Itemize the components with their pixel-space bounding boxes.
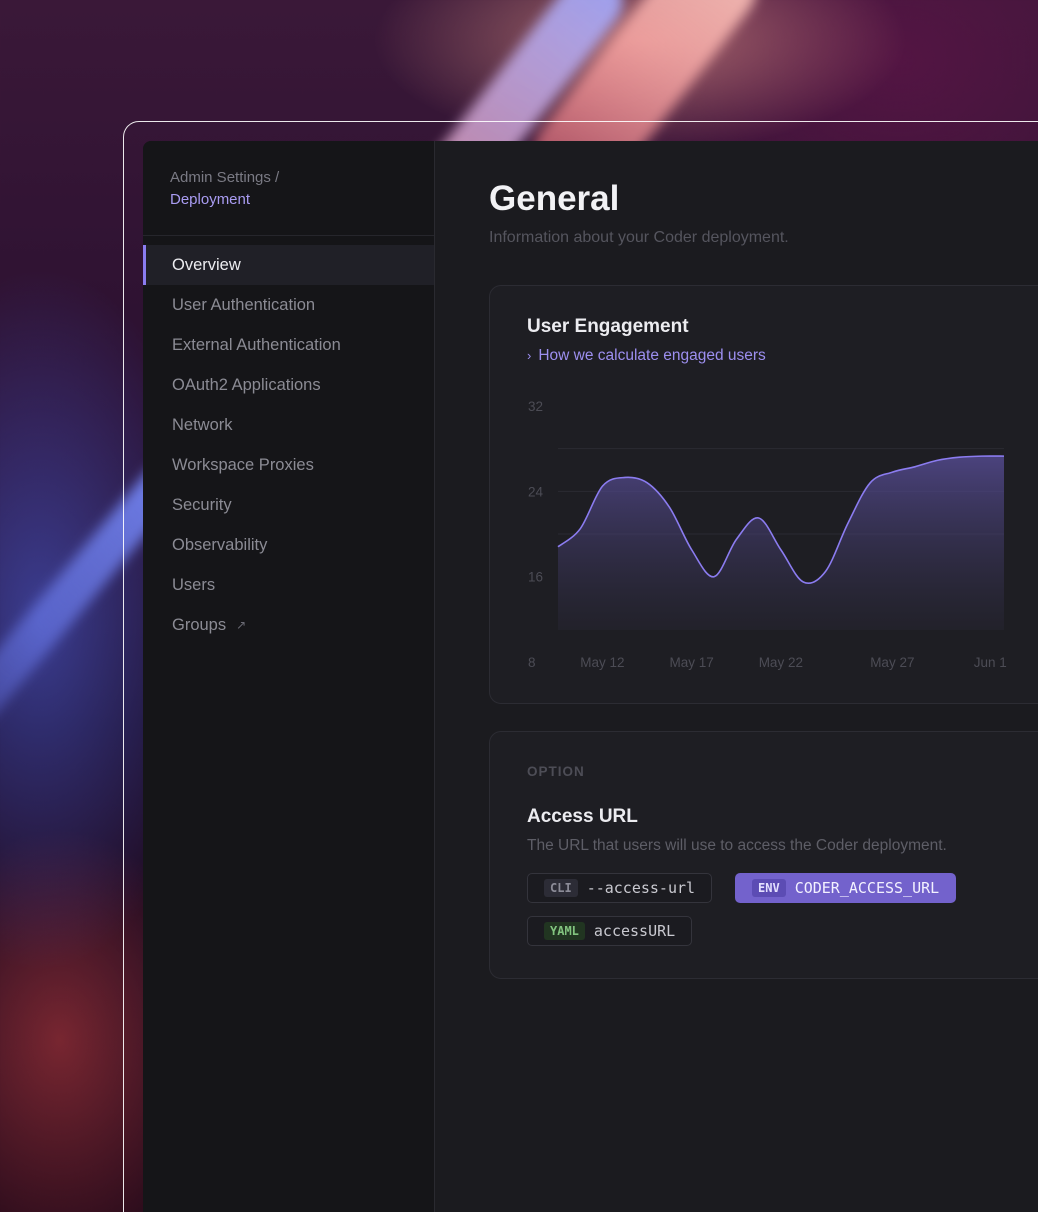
sidebar-item-security[interactable]: Security [143, 485, 434, 525]
sidebar-item-observability[interactable]: Observability [143, 525, 434, 565]
sidebar-item-user-authentication[interactable]: User Authentication [143, 285, 434, 325]
x-tick-label: Jun 1 [974, 655, 1007, 670]
yaml-key-value: accessURL [593, 922, 676, 940]
sidebar-item-label: External Authentication [172, 336, 341, 354]
sidebar-item-external-authentication[interactable]: External Authentication [143, 325, 434, 365]
engagement-area [558, 456, 1004, 630]
y-tick-label: 32 [528, 399, 543, 414]
yaml-key-chip[interactable]: YAML accessURL [527, 916, 693, 946]
option-description: The URL that users will use to access th… [527, 837, 947, 854]
sidebar-item-label: Network [172, 416, 233, 434]
option-title: Access URL [527, 806, 638, 827]
page-title: General [489, 179, 620, 218]
env-var-value: CODER_ACCESS_URL [794, 879, 940, 897]
sidebar-item-label: Groups [172, 616, 227, 634]
sidebar-item-label: Users [172, 576, 216, 594]
sidebar-item-label: Observability [172, 536, 268, 554]
sidebar-item-label: Workspace Proxies [172, 456, 314, 474]
breadcrumb-current[interactable]: Deployment [170, 189, 434, 211]
external-link-icon: ↗ [236, 618, 247, 632]
x-tick-label: May 27 [870, 655, 914, 670]
sidebar-nav: Overview User Authentication External Au… [143, 236, 434, 645]
env-tag: ENV [752, 879, 786, 897]
access-url-option-card: OPTION Access URL The URL that users wil… [489, 731, 1038, 979]
y-tick-label: 24 [528, 484, 544, 499]
user-engagement-card: User Engagement › How we calculate engage… [489, 285, 1038, 704]
sidebar-item-oauth2-applications[interactable]: OAuth2 Applications [143, 365, 434, 405]
page-subtitle: Information about your Coder deployment. [489, 229, 789, 246]
main-content: General Information about your Coder dep… [435, 141, 1038, 1212]
sidebar-item-overview[interactable]: Overview [143, 245, 434, 285]
x-tick-label: May 17 [670, 655, 714, 670]
breadcrumb: Admin Settings / Deployment [143, 141, 434, 236]
breadcrumb-root[interactable]: Admin Settings / [170, 167, 434, 189]
sidebar-item-label: Security [172, 496, 232, 514]
x-tick-label: May 12 [580, 655, 624, 670]
sidebar-item-label: OAuth2 Applications [172, 376, 321, 394]
cli-flag-chip[interactable]: CLI --access-url [527, 873, 713, 903]
sidebar-item-users[interactable]: Users [143, 565, 434, 605]
sidebar-item-label: Overview [172, 256, 241, 274]
y-tick-label: 16 [528, 570, 543, 585]
y-tick-label: 8 [528, 655, 536, 670]
sidebar: Admin Settings / Deployment Overview Use… [143, 141, 435, 1212]
yaml-tag: YAML [544, 922, 585, 940]
sidebar-item-network[interactable]: Network [143, 405, 434, 445]
cli-tag: CLI [544, 879, 578, 897]
env-var-chip[interactable]: ENV CODER_ACCESS_URL [735, 873, 957, 903]
sidebar-item-workspace-proxies[interactable]: Workspace Proxies [143, 445, 434, 485]
sidebar-item-label: User Authentication [172, 296, 316, 314]
option-section-label: OPTION [527, 764, 585, 779]
sidebar-item-groups[interactable]: Groups ↗ [143, 605, 434, 645]
user-engagement-chart: 8 16 24 32 May 12 May 17 May 22 May 27 Jun 1 [528, 399, 1007, 670]
cli-flag-value: --access-url [586, 879, 696, 897]
x-tick-label: May 22 [759, 655, 803, 670]
app-window: Admin Settings / Deployment Overview Use… [143, 141, 1038, 1212]
